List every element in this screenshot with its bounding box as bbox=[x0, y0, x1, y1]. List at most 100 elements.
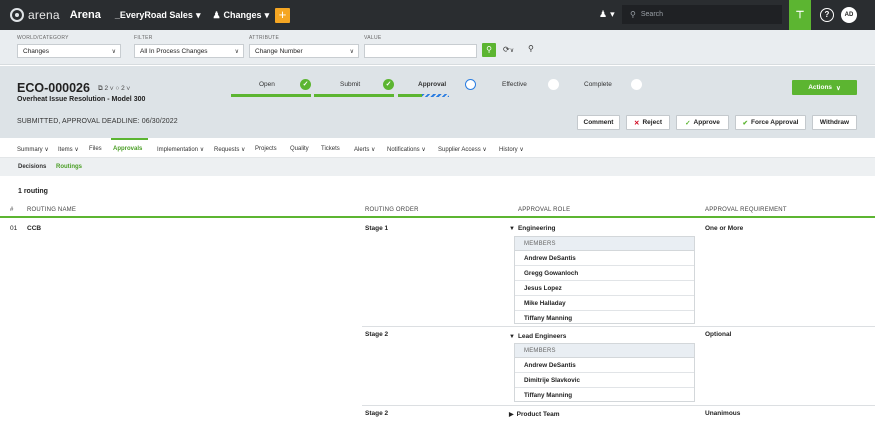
chevron-down-icon: ▾ bbox=[264, 9, 270, 20]
x-icon: ✕ bbox=[634, 119, 640, 127]
list-item: Andrew DeSantis bbox=[515, 358, 694, 373]
advanced-search-button[interactable]: ⚲ bbox=[528, 44, 534, 53]
search-input[interactable]: Search bbox=[641, 11, 663, 18]
history-dropdown[interactable]: ⟳∨ bbox=[503, 45, 514, 54]
tab-notifications[interactable]: Notifications ∨ bbox=[387, 146, 426, 153]
workspace-menu[interactable]: _EveryRoad Sales ▾ bbox=[115, 10, 201, 21]
changes-menu[interactable]: ♟ Changes ▾ bbox=[212, 10, 269, 21]
step-open-bar bbox=[231, 94, 311, 97]
approval-requirement: Optional bbox=[705, 331, 732, 338]
changes-menu-label: Changes bbox=[223, 10, 262, 20]
tab-alerts[interactable]: Alerts ∨ bbox=[354, 146, 375, 153]
list-item: Tiffany Manning bbox=[524, 392, 573, 399]
pending-step-icon bbox=[548, 79, 559, 90]
approval-role-toggle[interactable]: ▼ Engineering bbox=[509, 225, 556, 232]
help-icon[interactable]: ? bbox=[820, 8, 834, 22]
actions-button[interactable]: Actions ∨ bbox=[792, 80, 857, 95]
change-badges[interactable]: ⧉ 2 ∨ ○ 2 ∨ bbox=[98, 85, 130, 93]
user-switch-menu[interactable]: ♟ ▾ bbox=[599, 9, 615, 20]
members-header: MEMBERS bbox=[515, 344, 694, 358]
column-header-routing-order[interactable]: ROUTING ORDER bbox=[365, 207, 419, 213]
arena-logo[interactable]: arena bbox=[10, 8, 60, 22]
list-item: Andrew DeSantis bbox=[515, 251, 694, 266]
tab-approvals[interactable]: Approvals bbox=[113, 146, 142, 152]
tab-tickets[interactable]: Tickets bbox=[321, 146, 340, 152]
workspace-label: _EveryRoad Sales bbox=[114, 10, 193, 20]
tab-summary[interactable]: Summary ∨ bbox=[17, 146, 49, 153]
list-item: Mike Halladay bbox=[515, 296, 694, 311]
column-header-number: # bbox=[10, 207, 14, 213]
user-group-icon: ♟ bbox=[212, 9, 221, 20]
filter-select[interactable]: All In Process Changes ∨ bbox=[134, 44, 244, 58]
list-item: Tiffany Manning bbox=[524, 315, 573, 322]
chevron-down-icon: ▾ bbox=[195, 9, 201, 20]
force-approval-button[interactable]: ✔ Force Approval bbox=[735, 115, 806, 130]
step-effective-label: Effective bbox=[502, 81, 527, 88]
list-item: Dimitrije Slavkovic bbox=[515, 373, 694, 388]
tab-projects[interactable]: Projects bbox=[255, 146, 277, 152]
search-icon: ⚲ bbox=[486, 45, 492, 54]
current-step-icon bbox=[465, 79, 476, 90]
approval-role-toggle[interactable]: ▶ Product Team bbox=[509, 411, 559, 418]
pending-step-icon bbox=[631, 79, 642, 90]
column-header-approval-requirement[interactable]: APPROVAL REQUIREMENT bbox=[705, 207, 787, 213]
step-submit-label: Submit bbox=[340, 81, 361, 88]
filter-label: FILTER bbox=[134, 35, 153, 41]
row-number: 01 bbox=[10, 225, 18, 232]
reject-label: Reject bbox=[642, 119, 662, 126]
change-title: Overheat Issue Resolution - Model 300 bbox=[17, 96, 146, 103]
world-category-select[interactable]: Changes ∨ bbox=[17, 44, 121, 58]
comment-label: Comment bbox=[583, 119, 614, 126]
check-circle-icon: ✔ bbox=[742, 119, 748, 127]
value-label: VALUE bbox=[364, 35, 382, 41]
routing-order-stage: Stage 2 bbox=[365, 331, 389, 338]
subtab-routings[interactable]: Routings bbox=[56, 164, 82, 170]
list-item: Jesus Lopez bbox=[515, 281, 694, 296]
column-header-approval-role[interactable]: APPROVAL ROLE bbox=[518, 207, 570, 213]
add-button[interactable]: + bbox=[275, 7, 291, 23]
actions-label: Actions bbox=[808, 84, 833, 91]
routing-order-stage: Stage 2 bbox=[365, 410, 389, 417]
caret-down-icon: ▼ bbox=[509, 334, 515, 340]
routing-count: 1 routing bbox=[18, 188, 48, 195]
approval-role-name: Engineering bbox=[517, 225, 556, 232]
check-icon: ✓ bbox=[383, 79, 394, 90]
members-header: MEMBERS bbox=[515, 237, 694, 251]
tab-items[interactable]: Items ∨ bbox=[58, 146, 79, 153]
tab-quality[interactable]: Quality bbox=[290, 146, 309, 152]
step-open-label: Open bbox=[259, 81, 275, 88]
subtab-decisions[interactable]: Decisions bbox=[18, 164, 46, 170]
tab-supplier-access[interactable]: Supplier Access ∨ bbox=[438, 146, 487, 153]
tab-implementation[interactable]: Implementation ∨ bbox=[157, 146, 204, 153]
step-approval-bar-done bbox=[398, 94, 422, 97]
column-header-routing-name[interactable]: ROUTING NAME bbox=[27, 207, 76, 213]
tab-requests[interactable]: Requests ∨ bbox=[214, 146, 245, 153]
search-go-button[interactable]: ⚲ bbox=[482, 43, 496, 57]
withdraw-button[interactable]: Withdraw bbox=[812, 115, 857, 130]
org-chart-icon[interactable]: ⊤ bbox=[789, 0, 811, 30]
chevron-down-icon: ∨ bbox=[836, 84, 841, 92]
reject-button[interactable]: ✕ Reject bbox=[626, 115, 670, 130]
world-category-label: WORLD/CATEGORY bbox=[17, 35, 69, 41]
logo-text: arena bbox=[28, 8, 60, 22]
approval-role-toggle[interactable]: ▼ Lead Engineers bbox=[509, 333, 566, 340]
attribute-select[interactable]: Change Number ∨ bbox=[249, 44, 359, 58]
tab-files[interactable]: Files bbox=[89, 146, 102, 152]
stage-divider bbox=[362, 326, 875, 327]
approval-role-name: Product Team bbox=[516, 411, 560, 418]
routing-name[interactable]: CCB bbox=[27, 225, 41, 232]
app-name: Arena bbox=[69, 9, 101, 21]
filter-value: All In Process Changes bbox=[140, 47, 208, 55]
comment-button[interactable]: Comment bbox=[577, 115, 620, 130]
routing-order-stage: Stage 1 bbox=[365, 225, 389, 232]
attribute-label: ATTRIBUTE bbox=[249, 35, 280, 41]
approve-button[interactable]: ✓ Approve bbox=[676, 115, 729, 130]
approve-label: Approve bbox=[693, 119, 720, 126]
list-item: Gregg Gowanloch bbox=[515, 266, 694, 281]
avatar[interactable]: AD bbox=[841, 7, 857, 23]
world-category-value: Changes bbox=[23, 47, 50, 55]
value-input[interactable] bbox=[364, 44, 477, 58]
withdraw-label: Withdraw bbox=[819, 119, 850, 126]
tab-history[interactable]: History ∨ bbox=[499, 146, 524, 153]
global-search[interactable]: ⚲ Search bbox=[622, 5, 782, 24]
